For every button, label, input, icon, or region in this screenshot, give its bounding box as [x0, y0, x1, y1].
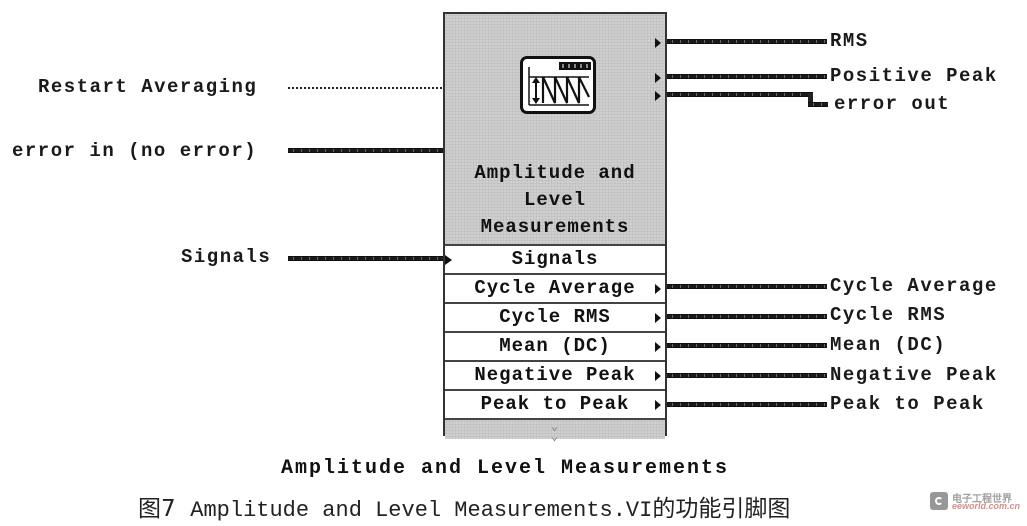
out-arrow-rms [655, 38, 661, 48]
expand-grip-handle[interactable]: ⌄ ⌄ [445, 418, 665, 444]
wire-error-in [288, 148, 443, 153]
wire-restart-averaging [288, 87, 443, 89]
input-label-restart-averaging: Restart Averaging [38, 76, 258, 98]
figure-caption-vi-name: Amplitude and Level Measurements.VI [190, 498, 653, 523]
output-label-error-out: error out [834, 93, 951, 115]
output-label-cycle-rms: Cycle RMS [830, 304, 947, 326]
wire-error-out [667, 92, 811, 97]
vi-caption-english: Amplitude and Level Measurements [280, 457, 730, 480]
out-arrow-error-out [655, 91, 661, 101]
in-arrow-signals [445, 255, 452, 265]
figure-caption: 图7 Amplitude and Level Measurements.VI的功… [138, 489, 790, 523]
out-arrow-peak-to-peak [655, 400, 661, 410]
output-label-negative-peak: Negative Peak [830, 364, 998, 386]
wire-mean-dc [667, 343, 827, 348]
out-arrow-mean-dc [655, 342, 661, 352]
wire-cycle-average [667, 284, 827, 289]
input-label-error-in: error in (no error) [12, 140, 258, 162]
node-row-label: Cycle Average [474, 277, 636, 299]
vi-title: Amplitude and Level Measurements [445, 160, 665, 241]
node-row-label: Peak to Peak [480, 393, 630, 415]
node-row-label: Cycle RMS [499, 306, 611, 328]
vi-title-line-2: Level [523, 189, 586, 211]
node-terminal-rows: Signals Cycle Average Cycle RMS Mean (DC… [445, 244, 665, 444]
out-arrow-cycle-average [655, 284, 661, 294]
wire-positive-peak [667, 74, 827, 79]
wire-negative-peak [667, 373, 827, 378]
eeworld-logo-icon [930, 492, 948, 510]
node-row-signals[interactable]: Signals [445, 244, 665, 273]
output-label-rms: RMS [830, 30, 869, 52]
wire-rms [667, 39, 827, 44]
figure-number: 图7 [138, 496, 176, 522]
wire-peak-to-peak [667, 402, 827, 407]
node-row-cycle-rms[interactable]: Cycle RMS [445, 302, 665, 331]
eeworld-watermark: 电子工程世界 eeworld.com.cn [930, 490, 1022, 518]
output-label-peak-to-peak: Peak to Peak [830, 393, 985, 415]
wire-signals [288, 256, 443, 261]
node-row-peak-to-peak[interactable]: Peak to Peak [445, 389, 665, 418]
node-row-mean-dc[interactable]: Mean (DC) [445, 331, 665, 360]
wire-error-out-tail [808, 102, 828, 107]
watermark-en: eeworld.com.cn [952, 501, 1021, 511]
double-chevron-down-icon: ⌄ ⌄ [550, 420, 560, 444]
output-label-cycle-average: Cycle Average [830, 275, 998, 297]
input-label-signals: Signals [181, 246, 272, 268]
node-row-cycle-average[interactable]: Cycle Average [445, 273, 665, 302]
out-arrow-cycle-rms [655, 313, 661, 323]
out-arrow-positive-peak [655, 73, 661, 83]
vi-title-line-3: Measurements [480, 216, 630, 238]
output-label-mean-dc: Mean (DC) [830, 334, 947, 356]
node-row-label: Signals [511, 248, 599, 270]
node-row-label: Negative Peak [474, 364, 636, 386]
vi-node-amplitude-level-measurements[interactable]: Amplitude and Level Measurements Signals… [443, 12, 667, 444]
node-row-negative-peak[interactable]: Negative Peak [445, 360, 665, 389]
node-row-label: Mean (DC) [499, 335, 611, 357]
vi-title-line-1: Amplitude and [474, 162, 636, 184]
out-arrow-negative-peak [655, 371, 661, 381]
figure-caption-suffix: 的功能引脚图 [652, 496, 791, 522]
amplitude-level-measurement-icon [520, 56, 596, 114]
wire-cycle-rms [667, 314, 827, 319]
output-label-positive-peak: Positive Peak [830, 65, 998, 87]
